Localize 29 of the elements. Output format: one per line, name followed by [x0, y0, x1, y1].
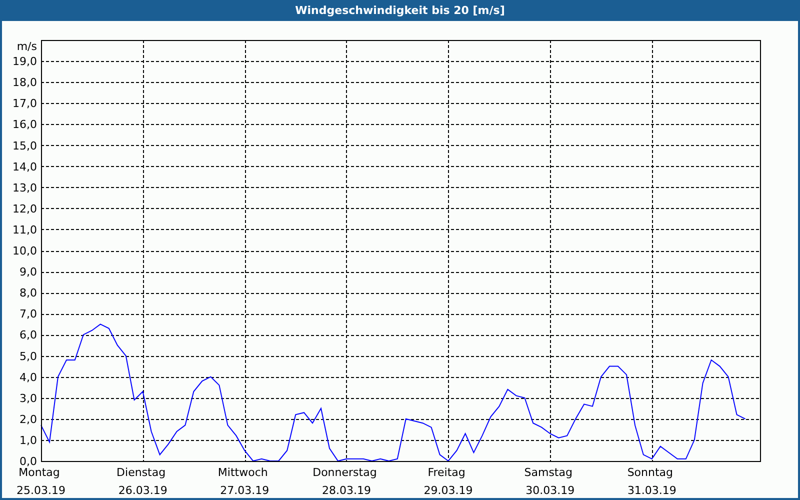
y-tick-label: 19,0: [12, 55, 37, 68]
x-tick-label: Dienstag 26.03.19: [116, 466, 168, 497]
x-tick-label: Donnerstag 28.03.19: [312, 466, 377, 497]
y-tick-label: 16,0: [12, 118, 37, 132]
x-tick-label: Samstag 30.03.19: [524, 466, 575, 497]
y-tick-label: 0,0: [20, 455, 37, 468]
y-tick-label: 2,0: [20, 412, 37, 426]
x-tick-label: Freitag 29.03.19: [424, 466, 473, 497]
y-tick-label: 7,0: [20, 308, 37, 321]
y-tick-label: 3,0: [20, 392, 37, 405]
y-tick-label: 9,0: [20, 266, 37, 279]
y-tick-label: 11,0: [12, 223, 37, 236]
x-tick-label: Montag 25.03.19: [16, 466, 66, 497]
y-tick-label: 5,0: [20, 350, 37, 363]
y-axis-unit: m/s: [16, 40, 37, 53]
y-tick-label: 10,0: [12, 244, 37, 258]
y-tick-label: 15,0: [12, 139, 37, 152]
y-tick-label: 14,0: [12, 160, 37, 174]
y-tick-label: 1,0: [20, 434, 37, 447]
y-tick-label: 4,0: [20, 370, 37, 384]
x-tick-label: Sonntag 31.03.19: [627, 466, 676, 497]
window-title: Windgeschwindigkeit bis 20 [m/s]: [0, 0, 800, 21]
x-tick-label: Mittwoch 27.03.19: [218, 466, 270, 497]
y-tick-label: 8,0: [20, 286, 37, 300]
y-tick-label: 12,0: [12, 202, 37, 216]
y-tick-label: 6,0: [20, 328, 37, 342]
y-tick-label: 18,0: [12, 76, 37, 90]
y-tick-label: 17,0: [12, 97, 37, 110]
y-tick-label: 13,0: [12, 181, 37, 194]
